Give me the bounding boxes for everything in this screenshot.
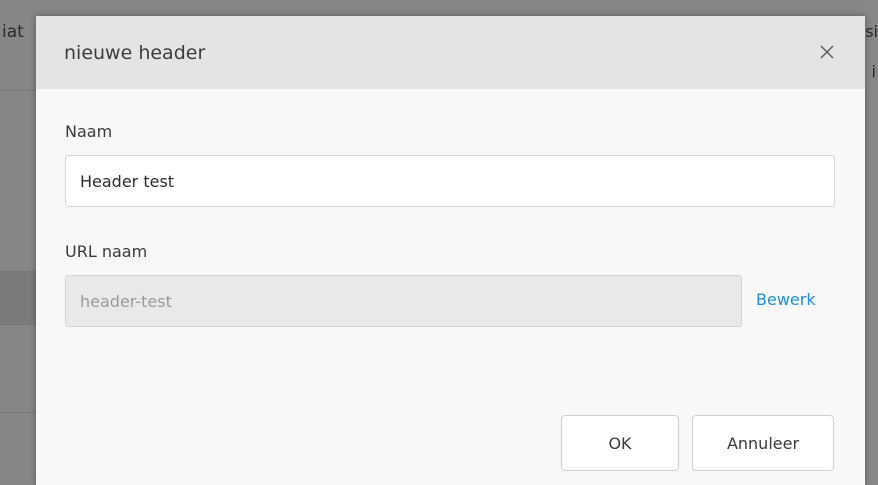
close-button[interactable]: [815, 40, 839, 64]
background-cell-right: i: [871, 62, 876, 81]
cancel-button[interactable]: Annuleer: [692, 415, 834, 471]
url-naam-label: URL naam: [65, 242, 148, 261]
edit-url-link[interactable]: Bewerk: [756, 290, 816, 309]
close-icon: [820, 45, 834, 59]
url-naam-input: [65, 275, 742, 327]
new-header-dialog: nieuwe header Naam URL naam Bewerk OK An…: [36, 16, 865, 485]
dialog-header: nieuwe header: [36, 16, 865, 89]
naam-input[interactable]: [65, 155, 835, 207]
ok-button[interactable]: OK: [561, 415, 679, 471]
background-table-row: [0, 272, 36, 324]
background-column-header: iat: [2, 22, 24, 42]
background-column-header-right: si: [865, 22, 878, 41]
dialog-title: nieuwe header: [64, 42, 206, 64]
naam-label: Naam: [65, 122, 113, 141]
